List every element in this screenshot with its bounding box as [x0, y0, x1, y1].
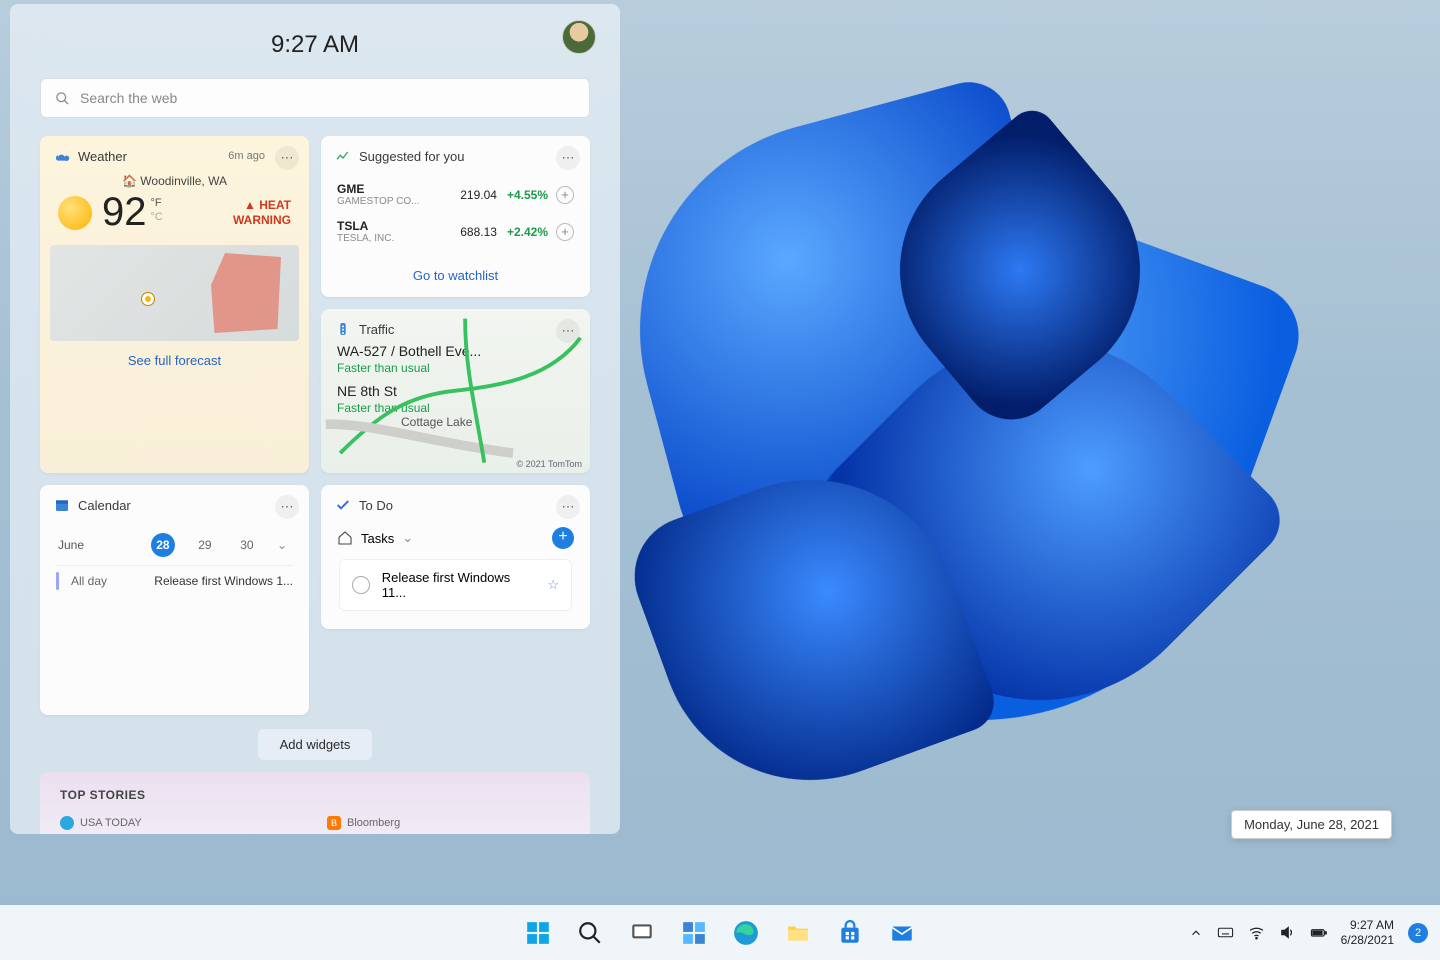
add-widgets-button[interactable]: Add widgets: [258, 729, 373, 760]
taskbar: 9:27 AM 6/28/2021 2: [0, 905, 1440, 960]
calendar-widget[interactable]: Calendar ⋯ June 28 29 30 ⌄ All day Relea: [40, 485, 309, 715]
task-checkbox[interactable]: [352, 576, 370, 594]
user-avatar[interactable]: [562, 20, 596, 54]
stock-row[interactable]: GME GAMESTOP CO... 219.04 +4.55% +: [337, 176, 574, 213]
add-stock-button[interactable]: +: [556, 223, 574, 241]
task-view-button[interactable]: [621, 912, 663, 954]
task-view-icon: [629, 920, 655, 946]
calendar-menu-button[interactable]: ⋯: [275, 495, 299, 519]
see-forecast-link[interactable]: See full forecast: [40, 341, 309, 382]
map-place-label: Cottage Lake: [401, 415, 472, 429]
store-icon: [837, 920, 863, 946]
calendar-day[interactable]: 29: [193, 533, 217, 557]
windows-icon: [525, 920, 551, 946]
traffic-title: Traffic: [359, 322, 394, 337]
home-icon: [337, 530, 353, 546]
traffic-route: NE 8th St: [337, 383, 574, 399]
stocks-title: Suggested for you: [359, 149, 465, 164]
store-button[interactable]: [829, 912, 871, 954]
search-input[interactable]: Search the web: [40, 78, 590, 118]
tray-clock[interactable]: 9:27 AM 6/28/2021: [1341, 918, 1394, 948]
explorer-button[interactable]: [777, 912, 819, 954]
traffic-icon: [335, 321, 351, 337]
source-icon: [60, 816, 74, 830]
stocks-icon: [335, 148, 351, 164]
news-source: USA TODAY: [80, 817, 142, 829]
start-button[interactable]: [517, 912, 559, 954]
todo-menu-button[interactable]: ⋯: [556, 495, 580, 519]
top-stories-heading: TOP STORIES: [60, 788, 570, 802]
weather-map[interactable]: [50, 245, 299, 341]
traffic-status: Faster than usual: [337, 361, 574, 375]
mail-icon: [889, 920, 915, 946]
stock-row[interactable]: TSLA TESLA, INC. 688.13 +2.42% +: [337, 213, 574, 250]
widgets-button[interactable]: [673, 912, 715, 954]
search-icon: [577, 920, 603, 946]
weather-age: 6m ago: [228, 150, 265, 162]
todo-title: To Do: [359, 498, 393, 513]
edge-icon: [733, 920, 759, 946]
add-task-button[interactable]: +: [552, 527, 574, 549]
calendar-month: June: [58, 538, 84, 552]
weather-widget[interactable]: Weather 6m ago ⋯ 🏠 Woodinville, WA 92 °F…: [40, 136, 309, 473]
weather-menu-button[interactable]: ⋯: [275, 146, 299, 170]
source-icon: B: [327, 816, 341, 830]
news-item[interactable]: USA TODAY 10 dead, 151 still missing: Wh…: [60, 816, 303, 834]
system-tray: 9:27 AM 6/28/2021 2: [1189, 918, 1428, 948]
map-copyright: © 2021 TomTom: [517, 459, 583, 469]
panel-time: 9:27 AM: [271, 31, 359, 59]
notifications-badge[interactable]: 2: [1408, 923, 1428, 943]
edge-button[interactable]: [725, 912, 767, 954]
mail-button[interactable]: [881, 912, 923, 954]
search-icon: [55, 91, 70, 106]
weather-title: Weather: [78, 149, 127, 164]
stocks-widget[interactable]: Suggested for you ⋯ GME GAMESTOP CO... 2…: [321, 136, 590, 297]
weather-icon: [54, 148, 70, 164]
calendar-event[interactable]: All day Release first Windows 1...: [56, 565, 293, 596]
todo-list-name[interactable]: Tasks: [361, 531, 394, 546]
calendar-day[interactable]: 28: [151, 533, 175, 557]
news-item[interactable]: B Bloomberg McConnell wants infrastructu…: [327, 816, 570, 834]
top-stories-card[interactable]: TOP STORIES USA TODAY 10 dead, 151 still…: [40, 772, 590, 834]
tray-overflow-button[interactable]: [1189, 926, 1203, 940]
news-source: Bloomberg: [347, 817, 400, 829]
traffic-status: Faster than usual: [337, 401, 574, 415]
stocks-menu-button[interactable]: ⋯: [556, 146, 580, 170]
chevron-down-icon[interactable]: ⌄: [402, 530, 413, 546]
search-placeholder: Search the web: [80, 90, 177, 106]
calendar-icon: [54, 497, 70, 513]
calendar-title: Calendar: [78, 498, 131, 513]
calendar-day[interactable]: 30: [235, 533, 259, 557]
task-label: Release first Windows 11...: [382, 570, 536, 600]
keyboard-icon[interactable]: [1217, 924, 1234, 941]
todo-widget[interactable]: To Do ⋯ Tasks ⌄ + Release first Windows …: [321, 485, 590, 629]
volume-icon[interactable]: [1279, 924, 1296, 941]
folder-icon: [785, 920, 811, 946]
map-pin-icon: [142, 293, 154, 305]
traffic-widget[interactable]: Traffic ⋯ WA-527 / Bothell Eve... Faster…: [321, 309, 590, 473]
event-bar-icon: [56, 572, 59, 590]
date-tooltip: Monday, June 28, 2021: [1231, 810, 1392, 839]
weather-temp: 92: [102, 190, 147, 235]
weather-location: 🏠 Woodinville, WA: [40, 174, 309, 188]
desktop-wallpaper: [520, 60, 1340, 840]
chevron-down-icon[interactable]: ⌄: [277, 538, 287, 552]
todo-task[interactable]: Release first Windows 11... ☆: [339, 559, 572, 611]
star-icon[interactable]: ☆: [547, 577, 559, 593]
traffic-route: WA-527 / Bothell Eve...: [337, 343, 574, 359]
sun-icon: [58, 196, 92, 230]
add-stock-button[interactable]: +: [556, 186, 574, 204]
battery-icon[interactable]: [1310, 924, 1327, 941]
wifi-icon[interactable]: [1248, 924, 1265, 941]
widgets-icon: [681, 920, 707, 946]
todo-icon: [335, 497, 351, 513]
widgets-panel: 9:27 AM Search the web Weather 6m ago ⋯ …: [10, 4, 620, 834]
weather-alert: ▲ HEATWARNING: [233, 198, 291, 228]
taskbar-search-button[interactable]: [569, 912, 611, 954]
traffic-menu-button[interactable]: ⋯: [556, 319, 580, 343]
watchlist-link[interactable]: Go to watchlist: [321, 258, 590, 297]
